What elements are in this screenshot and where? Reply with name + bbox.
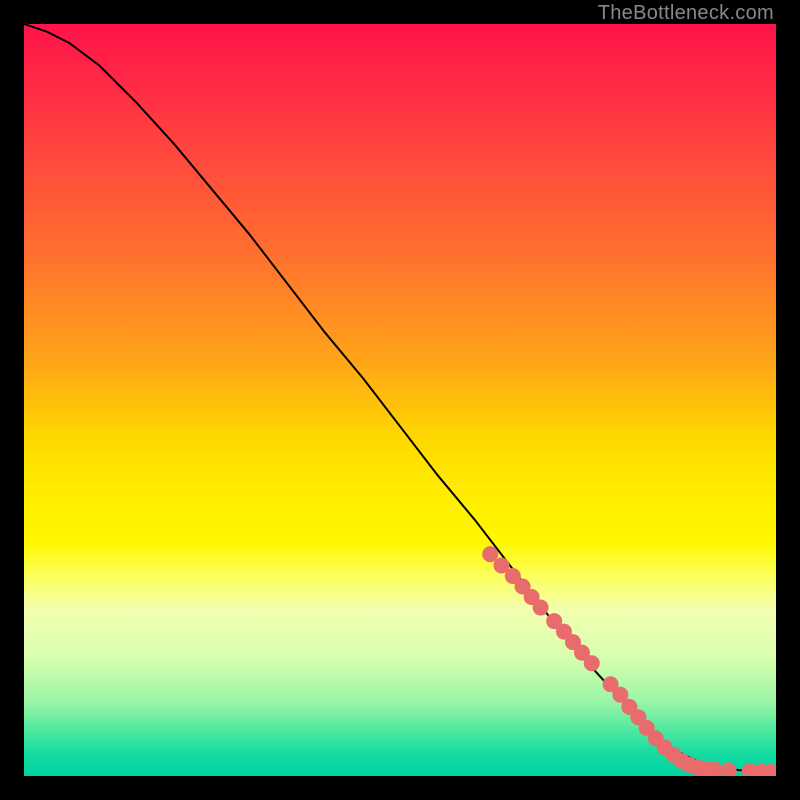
data-point bbox=[482, 546, 498, 562]
data-point bbox=[584, 655, 600, 671]
chart-container: TheBottleneck.com bbox=[0, 0, 800, 800]
data-point bbox=[721, 762, 737, 776]
curve-line bbox=[24, 24, 776, 772]
chart-svg bbox=[24, 24, 776, 776]
data-points bbox=[482, 546, 776, 776]
plot-area bbox=[24, 24, 776, 776]
data-point bbox=[533, 600, 549, 616]
watermark-text: TheBottleneck.com bbox=[598, 2, 774, 25]
